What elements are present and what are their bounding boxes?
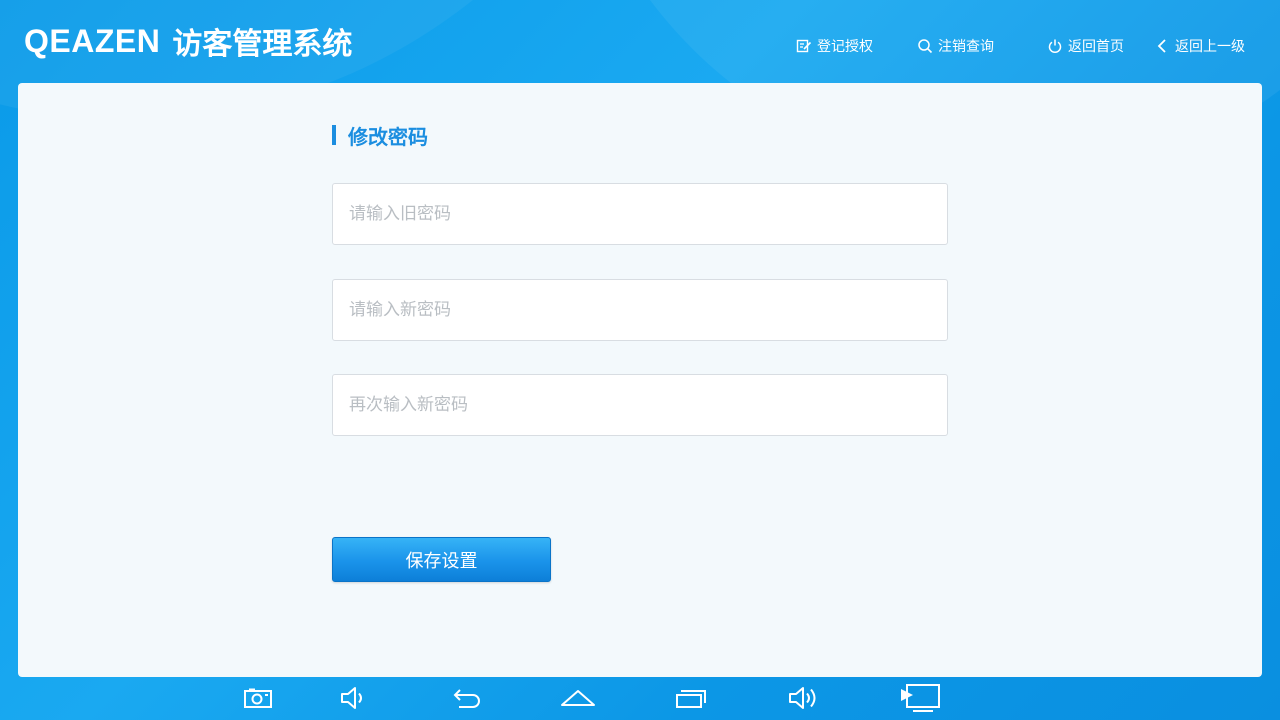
nav-home-button[interactable]: 返回首页	[1046, 36, 1124, 56]
screenshot-button[interactable]	[241, 683, 275, 713]
nav-register-label: 登记授权	[817, 39, 873, 55]
nav-register-button[interactable]: 登记授权	[795, 36, 873, 56]
nav-back-label: 返回上一级	[1175, 39, 1245, 55]
brand: QEAZEN 访客管理系统	[24, 18, 352, 64]
change-password-panel: 修改密码 保存设置	[18, 83, 1262, 677]
nav-back-button[interactable]: 返回上一级	[1153, 36, 1245, 56]
section-title-text: 修改密码	[348, 124, 428, 149]
save-settings-button[interactable]: 保存设置	[332, 537, 551, 582]
brand-logo: QEAZEN	[24, 22, 161, 59]
app-title: 访客管理系统	[172, 27, 353, 62]
confirm-password-input[interactable]	[332, 374, 948, 436]
new-password-input[interactable]	[332, 279, 948, 341]
screenshot-icon	[243, 687, 273, 709]
nav-query-label: 注销查询	[938, 39, 994, 55]
nav-home-label: 返回首页	[1068, 39, 1124, 55]
old-password-input[interactable]	[332, 183, 948, 245]
screen-cast-icon	[899, 683, 943, 713]
volume-up-button[interactable]	[786, 683, 820, 713]
edit-icon	[795, 37, 813, 55]
recent-apps-icon	[674, 687, 708, 709]
search-icon	[916, 37, 934, 55]
back-icon	[449, 687, 483, 709]
power-icon	[1046, 37, 1064, 55]
chevron-left-icon	[1153, 37, 1171, 55]
volume-down-icon	[339, 686, 369, 710]
home-icon	[560, 687, 596, 709]
title-accent-bar	[332, 125, 336, 145]
volume-down-button[interactable]	[337, 683, 371, 713]
section-title: 修改密码	[332, 123, 428, 149]
nav-query-button[interactable]: 注销查询	[916, 36, 994, 56]
system-navigation-bar	[0, 677, 1280, 720]
volume-up-icon	[787, 686, 819, 710]
app-header: QEAZEN 访客管理系统 登记授权 注销查询 返回首页 返回上一级	[0, 0, 1280, 82]
screen-cast-button[interactable]	[899, 683, 943, 713]
home-button[interactable]	[561, 683, 595, 713]
recent-apps-button[interactable]	[674, 683, 708, 713]
back-button[interactable]	[449, 683, 483, 713]
